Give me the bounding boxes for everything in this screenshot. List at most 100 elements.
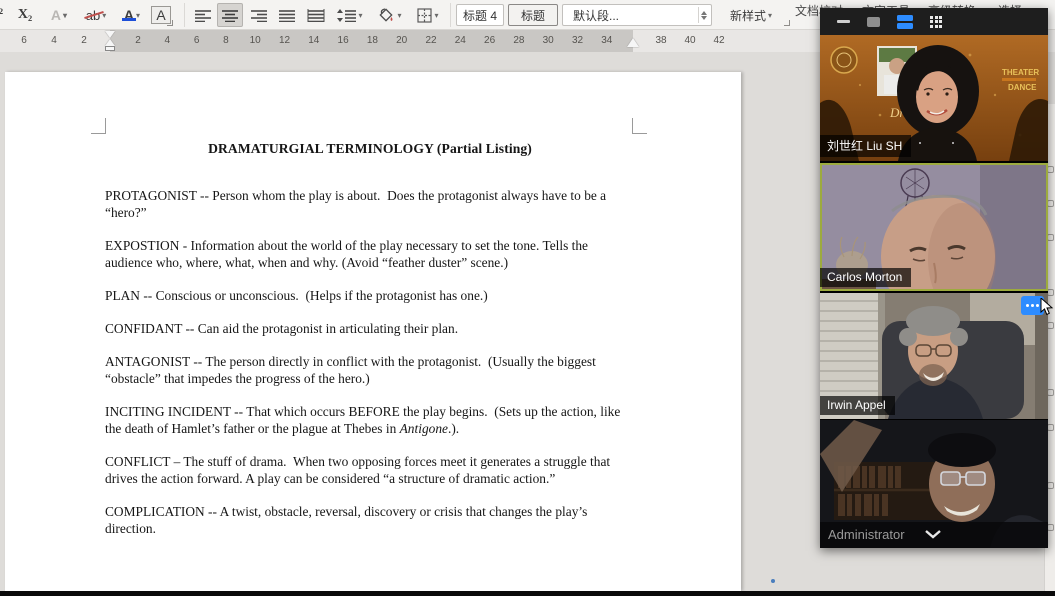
- svg-text:DANCE: DANCE: [1008, 83, 1037, 92]
- panel-footer: Administrator: [820, 522, 1048, 548]
- speaker-view-icon[interactable]: [867, 17, 880, 27]
- participant-name-label: Carlos Morton: [820, 268, 911, 287]
- video-tile-liu-sh[interactable]: THEATER DANCE Dra 刘世红 Liu SH: [820, 35, 1048, 161]
- align-left-button[interactable]: [190, 3, 216, 27]
- indent-marker[interactable]: [104, 31, 116, 51]
- doc-paragraph: PLAN -- Conscious or unconscious. (Helps…: [105, 287, 635, 304]
- dialog-launcher-icon[interactable]: [784, 20, 790, 26]
- participant-name-label: Administrator: [828, 527, 905, 542]
- chevron-down-icon: ▾: [434, 11, 438, 20]
- distributed-button[interactable]: [302, 3, 330, 27]
- side-tool-icon: [1047, 289, 1054, 296]
- align-center-icon: [222, 9, 238, 22]
- video-panel-controls: [820, 8, 1048, 35]
- new-style-button[interactable]: 新样式▾: [722, 3, 780, 27]
- side-tool-icon: [1047, 200, 1054, 207]
- separator: [184, 3, 185, 27]
- borders-button[interactable]: ▾: [410, 3, 446, 27]
- ruler-number: 2: [135, 30, 141, 52]
- text-effects-button[interactable]: A▾: [44, 3, 74, 27]
- side-tool-icon: [1047, 424, 1054, 431]
- align-right-button[interactable]: [246, 3, 272, 27]
- justify-icon: [279, 9, 295, 22]
- align-left-icon: [195, 9, 211, 22]
- ruler-number: 4: [51, 30, 57, 52]
- chevron-down-icon: ▾: [136, 11, 140, 20]
- style-chip-default-paragraph[interactable]: 默认段...: [562, 4, 712, 26]
- ruler-number: 32: [572, 30, 583, 52]
- doc-paragraphs: PROTAGONIST -- Person whom the play is a…: [105, 187, 635, 537]
- justify-button[interactable]: [274, 3, 300, 27]
- video-conference-panel: THEATER DANCE Dra 刘世红 Liu SH: [820, 8, 1048, 548]
- separator: [450, 3, 451, 27]
- paint-bucket-icon: [378, 8, 395, 23]
- ruler-number: 10: [250, 30, 261, 52]
- ruler-number: 28: [513, 30, 524, 52]
- shading-button[interactable]: ▾: [372, 3, 408, 27]
- side-tool-icon: [1047, 322, 1054, 329]
- gallery-view-icon[interactable]: [897, 15, 913, 29]
- side-tool-icon: [1047, 166, 1054, 173]
- ruler-number: 12: [279, 30, 290, 52]
- doc-paragraph: CONFLICT – The stuff of drama. When two …: [105, 453, 635, 487]
- ruler-number: 38: [655, 30, 666, 52]
- mouse-cursor: [1040, 298, 1054, 316]
- side-tool-icon: [1047, 524, 1054, 531]
- superscript-button[interactable]: ²: [0, 3, 10, 27]
- style-chip-heading4[interactable]: 标题 4: [456, 4, 504, 26]
- ruler-number: 8: [223, 30, 229, 52]
- ruler-number: 34: [601, 30, 612, 52]
- pinyin-guide-button[interactable]: ab ▾: [80, 3, 112, 27]
- margin-corner-mark: [91, 118, 106, 134]
- participant-name-label: 刘世红 Liu SH: [820, 135, 911, 157]
- collapse-panel-chevron-icon[interactable]: [924, 529, 1048, 548]
- ruler-number: 20: [396, 30, 407, 52]
- side-tool-icon: [1047, 389, 1054, 396]
- chevron-down-icon: ▾: [63, 11, 67, 20]
- align-right-icon: [251, 9, 267, 22]
- line-spacing-button[interactable]: ▾: [332, 3, 368, 27]
- side-tool-icon: [1047, 482, 1054, 489]
- margin-corner-mark: [632, 118, 647, 134]
- style-chip-title[interactable]: 标题: [508, 4, 558, 26]
- ruler-number: 18: [367, 30, 378, 52]
- status-dot: [771, 579, 775, 583]
- ruler-number: 22: [425, 30, 436, 52]
- grid-view-icon[interactable]: [930, 16, 942, 28]
- dialog-launcher-icon[interactable]: [167, 20, 173, 26]
- minimize-icon[interactable]: [837, 20, 850, 23]
- chevron-down-icon: ▾: [397, 11, 401, 20]
- ruler-number: 42: [713, 30, 724, 52]
- ruler-number: 30: [543, 30, 554, 52]
- color-swatch: [122, 18, 136, 21]
- ruler-number: 16: [338, 30, 349, 52]
- screen: ² X₂ A▾ ab ▾ A ▾ A ▾: [0, 0, 1055, 596]
- document-content: DRAMATURGIAL TERMINOLOGY (Partial Listin…: [105, 140, 635, 553]
- doc-paragraph: COMPLICATION -- A twist, obstacle, rever…: [105, 503, 635, 537]
- side-tool-icon: [1047, 234, 1054, 241]
- chevron-down-icon: ▾: [768, 11, 772, 20]
- video-tile-carlos-morton[interactable]: Carlos Morton: [820, 163, 1048, 291]
- subscript-button[interactable]: X₂: [12, 3, 38, 27]
- screen-bottom-edge: [0, 591, 1055, 596]
- ruler-number: 4: [165, 30, 171, 52]
- ruler-number: 26: [484, 30, 495, 52]
- right-indent-marker[interactable]: [627, 38, 639, 47]
- line-spacing-icon: [337, 9, 356, 22]
- doc-paragraph: PROTAGONIST -- Person whom the play is a…: [105, 187, 635, 221]
- ruler-number: 14: [308, 30, 319, 52]
- ruler-number: 24: [455, 30, 466, 52]
- video-tile-administrator[interactable]: Administrator: [820, 420, 1048, 548]
- video-tile-irwin-appel[interactable]: Irwin Appel: [820, 293, 1048, 419]
- participant-name-label: Irwin Appel: [820, 396, 895, 415]
- chevron-down-icon: ▾: [358, 11, 362, 20]
- style-gallery-spinner[interactable]: [698, 7, 709, 23]
- ruler-number: 6: [21, 30, 27, 52]
- align-center-button[interactable]: [217, 3, 243, 27]
- svg-text:THEATER: THEATER: [1002, 68, 1039, 77]
- doc-paragraph: INCITING INCIDENT -- That which occurs B…: [105, 403, 635, 437]
- border-grid-icon: [417, 8, 432, 23]
- font-color-button[interactable]: A ▾: [116, 3, 148, 27]
- distributed-icon: [307, 9, 325, 22]
- doc-paragraph: CONFIDANT -- Can aid the protagonist in …: [105, 320, 635, 337]
